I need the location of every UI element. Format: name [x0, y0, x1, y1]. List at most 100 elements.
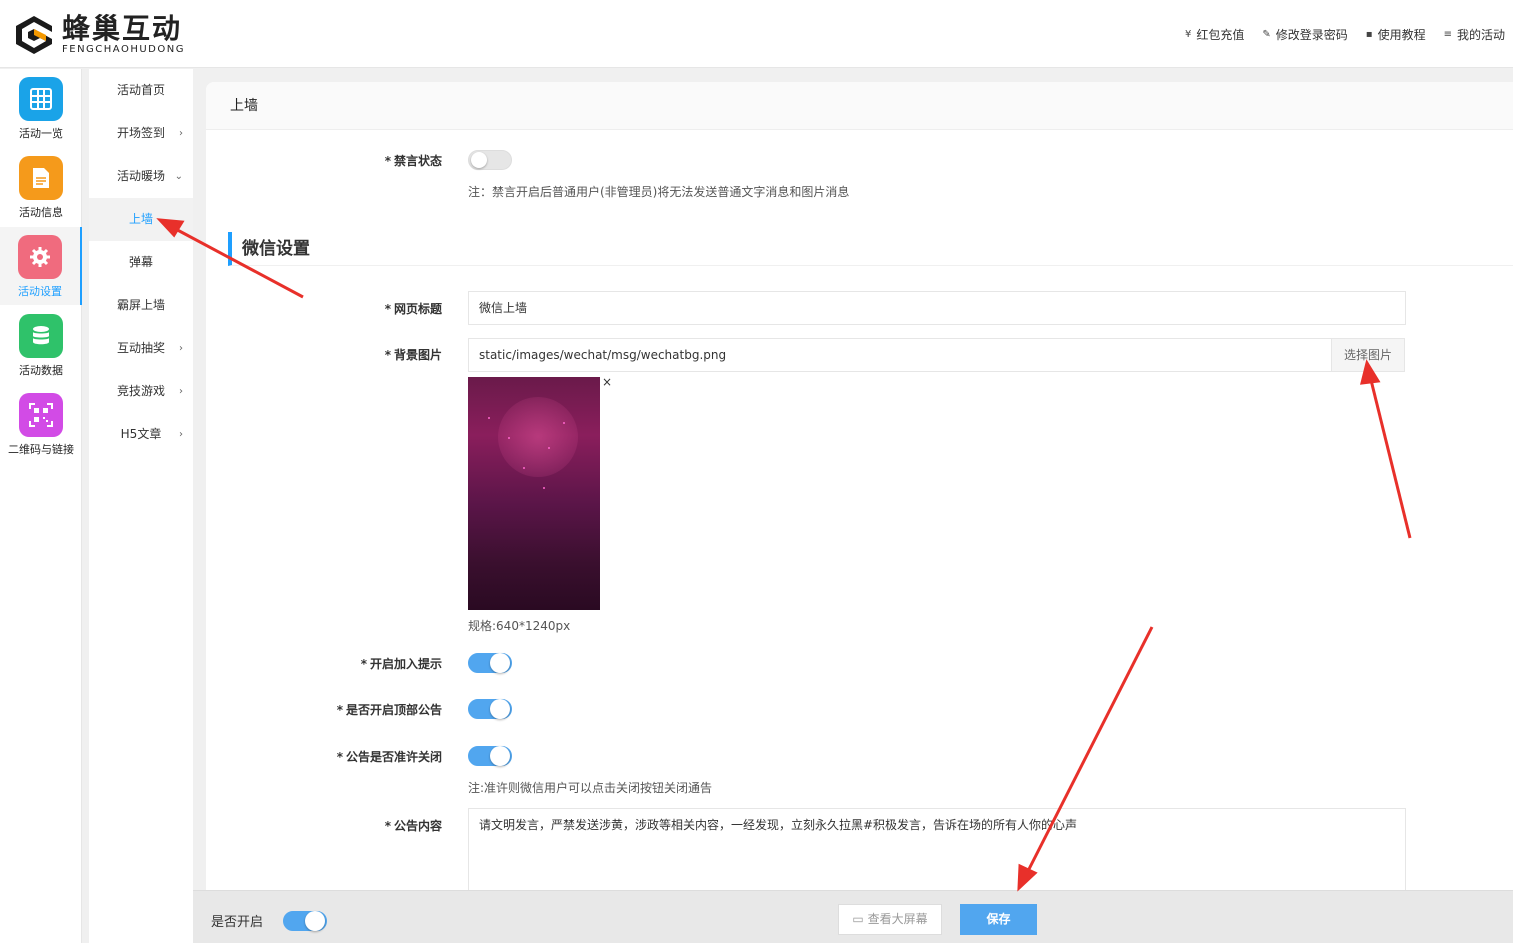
header: 蜂巢互动 FENGCHAOHUDONG ¥ 红包充值 ✎ 修改登录密码 ▪ 使用… — [0, 0, 1513, 68]
yen-icon: ¥ — [1185, 29, 1192, 40]
toggle-knob — [471, 152, 487, 168]
page-title-label: * 网页标题 — [206, 300, 442, 317]
sub-nav-warmup[interactable]: 活动暖场 ⌄ — [89, 155, 193, 198]
join-tip-label: * 开启加入提示 — [206, 655, 442, 672]
save-button[interactable]: 保存 — [960, 904, 1037, 935]
preview-star — [488, 417, 490, 419]
top-notice-label-text: 是否开启顶部公告 — [345, 703, 442, 717]
sub-nav-fullscreen-wall[interactable]: 霸屏上墙 — [89, 284, 193, 327]
list-icon: ≡ — [1443, 29, 1452, 40]
page-title-input[interactable]: 微信上墙 — [468, 291, 1406, 325]
sidebar-item-info[interactable]: 活动信息 — [0, 148, 82, 226]
sub-nav-danmaku-label: 弹幕 — [128, 255, 153, 269]
sidebar-item-overview[interactable]: 活动一览 — [0, 69, 82, 147]
sub-nav-lottery[interactable]: 互动抽奖 › — [89, 327, 193, 370]
sidebar-item-info-label: 活动信息 — [19, 206, 63, 219]
chevron-right-icon: › — [179, 386, 183, 397]
sidebar-item-qrcode-label: 二维码与链接 — [8, 443, 74, 456]
sub-nav-games[interactable]: 竞技游戏 › — [89, 370, 193, 413]
notice-close-toggle[interactable] — [468, 746, 512, 766]
required-mark: * — [336, 703, 343, 717]
enable-toggle[interactable] — [283, 911, 327, 931]
preview-star — [548, 447, 550, 449]
required-mark: * — [360, 657, 367, 671]
monitor-icon: ▭ — [852, 912, 864, 926]
page-title-label-text: 网页标题 — [393, 302, 442, 316]
required-mark: * — [384, 154, 391, 168]
document-icon: ▪ — [1365, 29, 1373, 40]
database-icon — [19, 314, 63, 358]
link-tutorial[interactable]: ▪ 使用教程 — [1366, 26, 1426, 43]
notice-close-label-text: 公告是否准许关闭 — [345, 750, 442, 764]
chevron-right-icon: › — [179, 343, 183, 354]
sub-nav-home-label: 活动首页 — [116, 83, 165, 97]
bg-image-path-input[interactable]: static/images/wechat/msg/wechatbg.png — [468, 338, 1332, 372]
sidebar-item-overview-label: 活动一览 — [19, 127, 63, 140]
sub-nav-signin-label: 开场签到 — [116, 126, 165, 140]
mute-label: * 禁言状态 — [206, 152, 442, 169]
toggle-knob — [305, 911, 325, 931]
preview-star — [543, 487, 545, 489]
notice-content-label: * 公告内容 — [206, 817, 442, 834]
section-title-wechat: 微信设置 — [228, 232, 1513, 266]
chevron-right-icon: › — [179, 429, 183, 440]
sidebar-item-settings-label: 活动设置 — [18, 285, 62, 298]
link-tutorial-label: 使用教程 — [1377, 28, 1426, 42]
sub-nav-danmaku[interactable]: 弹幕 — [89, 241, 193, 284]
preview-star — [523, 467, 525, 469]
grid-icon — [19, 77, 63, 121]
gear-icon — [18, 235, 62, 279]
required-mark: * — [336, 750, 343, 764]
enable-label: 是否开启 — [211, 915, 264, 930]
sub-nav-lottery-label: 互动抽奖 — [116, 341, 165, 355]
toggle-knob — [490, 746, 510, 766]
sidebar-item-data[interactable]: 活动数据 — [0, 306, 82, 384]
preview-glow — [498, 397, 578, 477]
preview-star — [563, 422, 565, 424]
document-icon — [19, 156, 63, 200]
join-tip-toggle[interactable] — [468, 653, 512, 673]
page-title: 上墙 — [206, 82, 1513, 130]
sub-nav-home[interactable]: 活动首页 — [89, 69, 193, 112]
mute-toggle[interactable] — [468, 150, 512, 170]
sidebar-item-settings[interactable]: 活动设置 — [0, 227, 82, 305]
view-big-screen-label: 查看大屏幕 — [867, 912, 928, 926]
top-links: ¥ 红包充值 ✎ 修改登录密码 ▪ 使用教程 ≡ 我的活动 — [1185, 26, 1505, 43]
top-notice-label: * 是否开启顶部公告 — [206, 701, 442, 718]
bg-image-preview — [468, 377, 600, 610]
content-panel: 上墙 * 禁言状态 注：禁言开启后普通用户(非管理员)将无法发送普通文字消息和图片… — [206, 82, 1513, 890]
required-mark: * — [384, 819, 391, 833]
brand-name: 蜂巢互动 — [62, 12, 183, 45]
notice-close-note: 注:准许则微信用户可以点击关闭按钮关闭通告 — [468, 781, 713, 795]
notice-content-textarea[interactable]: 请文明发言，严禁发送涉黄，涉政等相关内容，一经发现，立刻永久拉黑#积极发言，告诉… — [468, 808, 1406, 890]
bg-image-spec: 规格:640*1240px — [468, 619, 571, 633]
mute-note: 注：禁言开启后普通用户(非管理员)将无法发送普通文字消息和图片消息 — [468, 185, 850, 199]
join-tip-label-text: 开启加入提示 — [369, 657, 442, 671]
bg-image-label: * 背景图片 — [206, 346, 442, 363]
view-big-screen-button[interactable]: ▭ 查看大屏幕 — [838, 904, 942, 935]
brand-logo[interactable]: 蜂巢互动 FENGCHAOHUDONG — [12, 10, 185, 60]
link-my-activities[interactable]: ≡ 我的活动 — [1444, 26, 1505, 43]
icon-sidebar: 活动一览 活动信息 活动设置 活动数据 二维码与链接 — [0, 69, 82, 943]
key-icon: ✎ — [1262, 29, 1271, 40]
sidebar-item-qrcode[interactable]: 二维码与链接 — [0, 385, 82, 463]
sub-nav-h5-article-label: H5文章 — [120, 427, 162, 441]
sub-nav-wall-label: 上墙 — [128, 212, 153, 226]
sub-nav-wall[interactable]: 上墙 — [89, 198, 193, 241]
bg-image-label-text: 背景图片 — [393, 348, 442, 362]
top-notice-toggle[interactable] — [468, 699, 512, 719]
required-mark: * — [384, 348, 391, 362]
sub-nav-background — [89, 455, 193, 943]
mute-label-text: 禁言状态 — [393, 154, 442, 168]
choose-image-button[interactable]: 选择图片 — [1331, 338, 1405, 372]
sub-nav-fullscreen-wall-label: 霸屏上墙 — [116, 298, 165, 312]
link-recharge[interactable]: ¥ 红包充值 — [1185, 26, 1244, 43]
preview-star — [508, 437, 510, 439]
brand-name-en: FENGCHAOHUDONG — [62, 44, 185, 55]
link-change-password-label: 修改登录密码 — [1275, 28, 1348, 42]
sub-nav-h5-article[interactable]: H5文章 › — [89, 413, 193, 456]
link-change-password[interactable]: ✎ 修改登录密码 — [1262, 26, 1347, 43]
logo-mark-icon — [12, 12, 58, 58]
sub-nav-signin[interactable]: 开场签到 › — [89, 112, 193, 155]
remove-image-icon[interactable]: × — [602, 375, 612, 389]
